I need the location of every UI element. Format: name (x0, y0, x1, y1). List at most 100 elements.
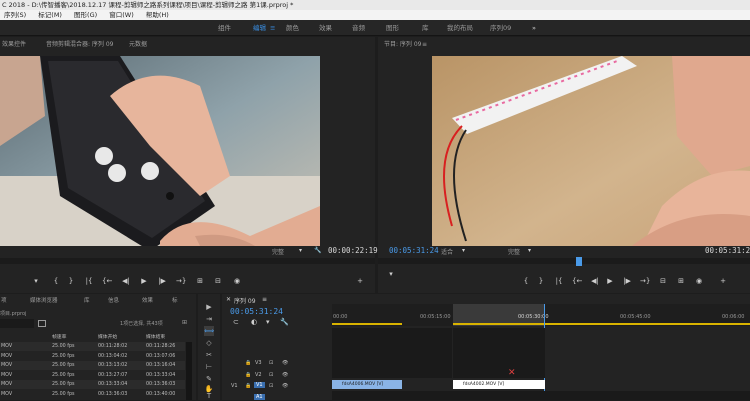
menu-window[interactable]: 窗口(W) (109, 10, 134, 20)
workspace-sequence09[interactable]: 序列09 (490, 20, 511, 36)
workspace-menu-icon[interactable]: ≡ (270, 20, 275, 36)
program-playhead-icon[interactable] (576, 257, 582, 266)
source-scrub-bar[interactable] (0, 258, 375, 264)
column-media-end[interactable]: 媒体结束 (146, 333, 165, 340)
tab-libraries[interactable]: 库 (84, 294, 90, 308)
program-play-icon[interactable]: ▶ (605, 277, 615, 285)
tab-metadata[interactable]: 元数据 (129, 38, 147, 52)
menu-marker[interactable]: 标记(M) (38, 10, 62, 20)
track-label-v2[interactable]: V2 (255, 372, 262, 378)
add-marker-icon[interactable]: ▾ (31, 277, 41, 285)
track-label-v3[interactable]: V3 (255, 360, 262, 366)
sync-lock-icon-v2[interactable]: ⊡ (269, 372, 273, 378)
program-camera-icon[interactable]: ◉ (694, 277, 704, 285)
program-quality-chevron-icon[interactable]: ▾ (528, 247, 531, 254)
tab-media-browser[interactable]: 媒体浏览器 (30, 294, 58, 308)
program-fit-chevron-icon[interactable]: ▾ (462, 247, 465, 254)
column-frame-rate[interactable]: 帧速率 (52, 333, 66, 340)
tab-sequence09[interactable]: 序列 09 (234, 296, 256, 305)
linked-selection-icon[interactable]: ◐ (251, 318, 257, 326)
lock-icon-v1[interactable]: 🔒 (245, 383, 251, 389)
extract-icon[interactable]: ⊞ (676, 277, 686, 285)
step-forward-icon[interactable]: |▶ (157, 277, 167, 285)
sync-lock-icon-v1[interactable]: ⊡ (269, 383, 273, 389)
tab-program[interactable]: 节目: 序列 09 (384, 38, 421, 52)
step-back-icon[interactable]: ◀| (121, 277, 131, 285)
mark-in-icon[interactable]: { (51, 277, 61, 285)
project-settings-icon[interactable]: ⊞ (182, 319, 187, 326)
eye-icon-v2[interactable]: 👁 (282, 372, 288, 378)
workspace-editing[interactable]: 编辑 (253, 20, 266, 36)
timeline-settings-icon[interactable]: 🔧 (280, 318, 289, 326)
program-quality-dropdown[interactable]: 完整 (508, 247, 520, 256)
tab-project[interactable]: 项 (1, 294, 7, 308)
table-row[interactable]: MOV 25.00 fps 00:13:13:02 00:13:16:04 (0, 361, 185, 370)
workspace-effects[interactable]: 效果 (319, 20, 332, 36)
tab-effect-controls[interactable]: 效果控件 (2, 38, 26, 52)
workspace-my-layout[interactable]: 我的布局 (447, 20, 473, 36)
timeline-menu-icon[interactable]: ≡ (262, 296, 267, 303)
workspace-more-icon[interactable]: » (532, 20, 536, 36)
lock-icon-v2[interactable]: 🔒 (245, 372, 251, 378)
snap-icon[interactable]: ⊂ (233, 318, 239, 326)
table-row[interactable]: MOV 25.00 fps 00:13:04:02 00:13:07:06 (0, 352, 185, 361)
track-label-v1[interactable]: V1 (254, 382, 265, 388)
table-row[interactable]: MOV 25.00 fps 00:13:27:07 00:13:33:04 (0, 371, 185, 380)
program-scrub-bar[interactable] (378, 258, 750, 264)
add-marker-timeline-icon[interactable]: ▾ (266, 318, 270, 326)
track-select-tool-icon[interactable]: ⇥ (204, 314, 214, 324)
insert-icon[interactable]: ⊞ (195, 277, 205, 285)
program-step-back-icon[interactable]: ◀| (590, 277, 600, 285)
table-row[interactable]: MOV 25.00 fps 00:13:33:04 00:13:36:03 (0, 380, 185, 389)
source-patch-v1[interactable]: V1 (231, 383, 238, 389)
column-media-start[interactable]: 媒体开始 (98, 333, 117, 340)
selection-tool-icon[interactable]: ▶ (204, 302, 214, 312)
menu-sequence[interactable]: 序列(S) (4, 10, 26, 20)
program-add-marker-icon[interactable]: ▾ (386, 270, 396, 278)
lock-icon[interactable]: 🔒 (245, 360, 251, 366)
track-label-a1[interactable]: A1 (254, 394, 265, 400)
program-fit-dropdown[interactable]: 适合 (441, 247, 453, 256)
play-icon[interactable]: ▶ (139, 277, 149, 285)
program-mark-in-icon[interactable]: { (521, 277, 531, 285)
tab-markers[interactable]: 标 (172, 294, 178, 308)
source-settings-icon[interactable]: ▾ (299, 247, 302, 254)
timeline-close-icon[interactable]: ✕ (226, 296, 231, 303)
eye-icon-v1[interactable]: 👁 (282, 383, 288, 389)
pen-tool-icon[interactable]: ✎ (204, 374, 214, 384)
eye-icon[interactable]: 👁 (282, 360, 288, 366)
project-scrollbar[interactable] (186, 342, 192, 400)
lift-icon[interactable]: ⊟ (658, 277, 668, 285)
sync-lock-icon[interactable]: ⊡ (269, 360, 273, 366)
rate-stretch-tool-icon[interactable]: ◇ (204, 338, 214, 348)
workspace-audio[interactable]: 音频 (352, 20, 365, 36)
table-row[interactable]: MOV 25.00 fps 00:13:36:03 00:13:40:00 (0, 390, 185, 399)
program-mark-out-icon[interactable]: } (536, 277, 546, 285)
program-menu-icon[interactable]: ≡ (422, 38, 427, 52)
overwrite-icon[interactable]: ⊟ (213, 277, 223, 285)
go-to-out-icon[interactable]: {← (102, 277, 112, 285)
new-search-bin-icon[interactable] (38, 320, 46, 327)
workspace-assembly[interactable]: 组件 (218, 20, 231, 36)
slip-tool-icon[interactable]: ⊢ (204, 362, 214, 372)
program-step-forward-icon[interactable]: |▶ (622, 277, 632, 285)
tab-audio-clip-mixer[interactable]: 音频剪辑混合器: 序列 09 (46, 38, 113, 52)
razor-tool-icon[interactable]: ✂ (204, 350, 214, 360)
timeline-playhead-timecode[interactable]: 00:05:31:24 (230, 307, 283, 316)
clip-fdsA4006[interactable]: fdsA4006.MOV [V] (332, 380, 402, 389)
workspace-libraries[interactable]: 库 (422, 20, 429, 36)
table-row[interactable]: MOV 25.00 fps 00:11:28:02 00:11:28:26 (0, 342, 185, 351)
program-shuttle-icon[interactable]: →} (640, 277, 650, 285)
program-video-frame[interactable] (432, 56, 750, 246)
mark-out-icon[interactable]: } (66, 277, 76, 285)
source-fit-dropdown[interactable]: 完整 (272, 247, 284, 256)
camera-icon[interactable]: ◉ (232, 277, 242, 285)
tab-info[interactable]: 信息 (108, 294, 119, 308)
program-go-to-out-icon[interactable]: {← (572, 277, 582, 285)
program-go-to-in-icon[interactable]: |{ (554, 277, 564, 285)
go-to-in-icon[interactable]: |{ (84, 277, 94, 285)
transition-icon[interactable]: ✕ (508, 368, 516, 378)
button-editor-icon[interactable]: + (355, 277, 365, 285)
clip-fdsA4002[interactable]: fdsA4002.MOV [V] (453, 380, 545, 389)
workspace-color[interactable]: 颜色 (286, 20, 299, 36)
